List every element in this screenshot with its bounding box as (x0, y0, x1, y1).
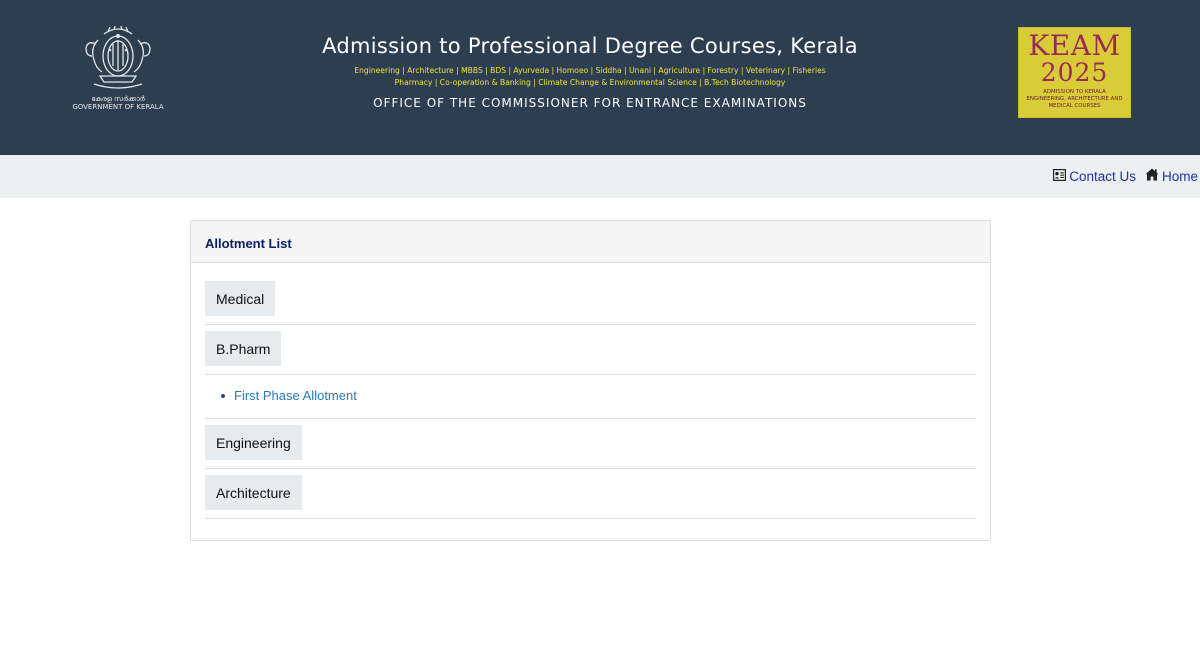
panel-title: Allotment List (205, 236, 292, 251)
emblem-caption-english: GOVERNMENT OF KERALA (72, 103, 164, 111)
home-icon (1145, 168, 1159, 184)
header-title-block: Admission to Professional Degree Courses… (240, 30, 940, 110)
home-link[interactable]: Home (1145, 168, 1198, 184)
nav-links: Contact Us Home (1053, 168, 1198, 184)
top-navbar: Contact Us Home (0, 155, 1200, 198)
category-section-medical: Medical (205, 281, 976, 325)
office-name: OFFICE OF THE COMMISSIONER FOR ENTRANCE … (373, 96, 807, 110)
keam-logo-tagline: ADMISSION TO KERALA ENGINEERING, ARCHITE… (1026, 89, 1123, 109)
home-label: Home (1161, 168, 1198, 184)
category-section-bpharm: B.Pharm (205, 325, 976, 375)
first-phase-allotment-link[interactable]: First Phase Allotment (234, 388, 357, 403)
allotment-list-panel: Allotment List Medical B.Pharm First Pha… (190, 220, 991, 541)
kerala-emblem-icon (85, 26, 151, 89)
keam-logo-year: 2025 (1040, 58, 1109, 87)
keam-logo-name: KEAM (1028, 29, 1121, 62)
contact-us-link[interactable]: Contact Us (1053, 169, 1136, 184)
contact-card-icon (1053, 168, 1067, 184)
medical-category-button[interactable]: Medical (205, 281, 276, 316)
bpharm-allotment-list: First Phase Allotment (205, 375, 976, 419)
keam-logo: KEAM 2025 ADMISSION TO KERALA ENGINEERIN… (1018, 27, 1131, 118)
courses-line-2: Pharmacy | Co-operation & Banking | Clim… (394, 78, 786, 87)
panel-heading: Allotment List (191, 221, 990, 263)
list-item: First Phase Allotment (221, 388, 976, 403)
courses-list: Engineering | Architecture | MBBS | BDS … (240, 65, 940, 89)
courses-line-1: Engineering | Architecture | MBBS | BDS … (354, 66, 826, 75)
bullet-icon (221, 393, 225, 398)
page-title: Admission to Professional Degree Courses… (322, 34, 858, 58)
category-section-engineering: Engineering (205, 419, 976, 469)
category-section-architecture: Architecture (205, 469, 976, 519)
kerala-emblem: കേരള സർക്കാർ GOVERNMENT OF KERALA (66, 26, 170, 114)
architecture-category-button[interactable]: Architecture (205, 475, 302, 510)
panel-body: Medical B.Pharm First Phase Allotment En… (191, 263, 990, 519)
site-header: കേരള സർക്കാർ GOVERNMENT OF KERALA Admiss… (0, 0, 1200, 155)
bpharm-category-button[interactable]: B.Pharm (205, 331, 282, 366)
contact-us-label: Contact Us (1069, 168, 1136, 184)
engineering-category-button[interactable]: Engineering (205, 425, 302, 460)
emblem-caption-malayalam: കേരള സർക്കാർ (91, 95, 145, 103)
